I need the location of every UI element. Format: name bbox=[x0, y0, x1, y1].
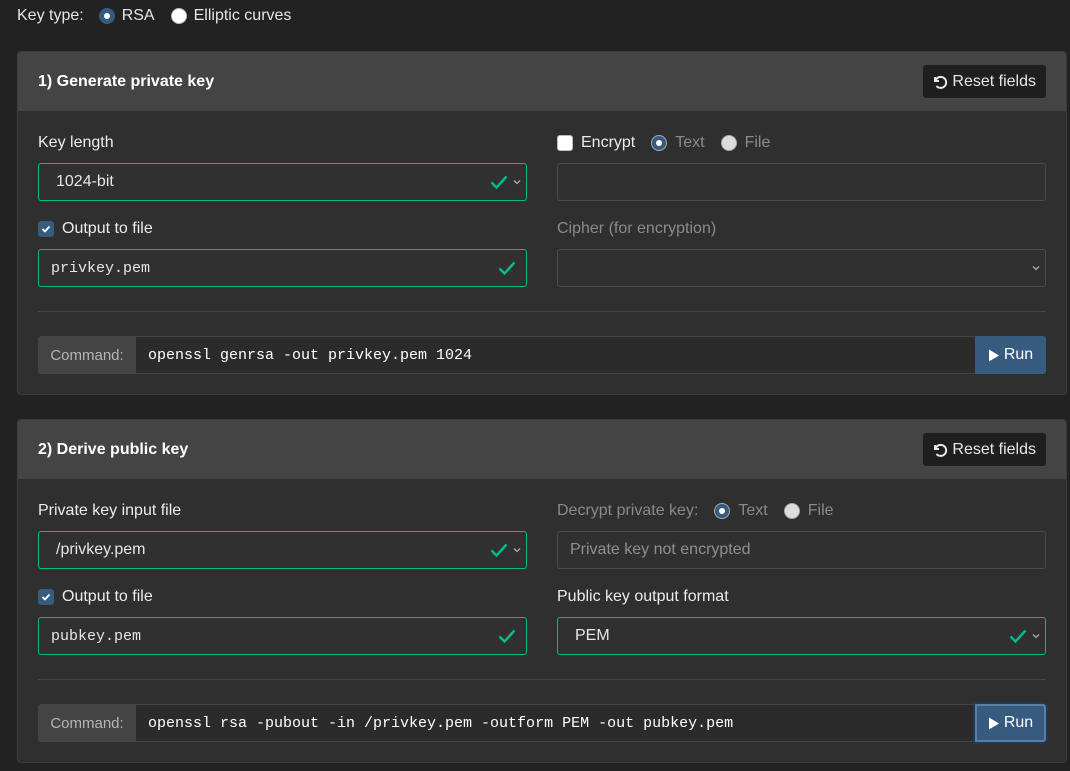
input-file-value: /privkey.pem bbox=[56, 541, 146, 558]
encrypt-file-label: File bbox=[744, 134, 771, 151]
valid-check-icon bbox=[1009, 629, 1027, 644]
reset-fields-button[interactable]: Reset fields bbox=[923, 433, 1046, 466]
decrypt-file-option[interactable]: File bbox=[783, 502, 834, 520]
decrypt-placeholder: Private key not encrypted bbox=[570, 541, 751, 558]
divider bbox=[38, 679, 1046, 680]
run-button[interactable]: Run bbox=[975, 336, 1046, 374]
section-title: 1) Generate private key bbox=[38, 72, 215, 90]
command-group: Command: openssl rsa -pubout -in /privke… bbox=[38, 704, 1046, 742]
command-label: Command: bbox=[38, 336, 136, 374]
derive-public-key-card: 2) Derive public key Reset fields Privat… bbox=[17, 419, 1067, 763]
encrypt-passphrase-input[interactable] bbox=[557, 163, 1046, 201]
output-file-value: privkey.pem bbox=[51, 259, 151, 277]
key-type-label: Key type: bbox=[17, 7, 84, 24]
key-length-select[interactable]: 1024-bit bbox=[38, 163, 527, 201]
decrypt-text-radio[interactable] bbox=[714, 503, 731, 519]
valid-check-icon bbox=[498, 261, 516, 276]
decrypt-file-label: File bbox=[807, 502, 834, 519]
encrypt-file-option[interactable]: File bbox=[720, 134, 771, 152]
checkmark-icon bbox=[41, 225, 51, 233]
checkmark-icon bbox=[41, 593, 51, 601]
encrypt-label[interactable]: Encrypt bbox=[581, 134, 635, 152]
reset-fields-button[interactable]: Reset fields bbox=[923, 65, 1046, 98]
format-select[interactable]: PEM bbox=[557, 617, 1046, 655]
run-button[interactable]: Run bbox=[975, 704, 1046, 742]
decrypt-file-radio[interactable] bbox=[783, 503, 800, 519]
card-header: 1) Generate private key Reset fields bbox=[18, 52, 1066, 111]
generate-private-key-card: 1) Generate private key Reset fields Key… bbox=[17, 51, 1067, 395]
format-value: PEM bbox=[575, 627, 610, 644]
output-file-input[interactable]: privkey.pem bbox=[38, 249, 527, 287]
encrypt-text-radio[interactable] bbox=[651, 135, 668, 151]
key-type-ec-label[interactable]: Elliptic curves bbox=[194, 7, 292, 25]
output-to-file-checkbox-row[interactable]: Output to file bbox=[38, 588, 153, 606]
encrypt-row: Encrypt Text File bbox=[557, 134, 770, 152]
output-to-file-checkbox-row[interactable]: Output to file bbox=[38, 220, 153, 238]
cipher-label: Cipher (for encryption) bbox=[557, 220, 717, 237]
run-label: Run bbox=[1003, 714, 1034, 731]
play-icon bbox=[988, 717, 999, 729]
valid-check-icon bbox=[490, 175, 508, 190]
decrypt-row: Decrypt private key: Text File bbox=[557, 502, 834, 520]
chevron-down-icon bbox=[513, 180, 521, 185]
encrypt-text-option[interactable]: Text bbox=[651, 134, 705, 152]
undo-icon bbox=[934, 75, 948, 89]
decrypt-text-option[interactable]: Text bbox=[714, 502, 768, 520]
output-file-value: pubkey.pem bbox=[51, 627, 142, 645]
command-group: Command: openssl genrsa -out privkey.pem… bbox=[38, 336, 1046, 374]
key-length-label: Key length bbox=[38, 134, 114, 151]
reset-fields-label: Reset fields bbox=[952, 72, 1036, 90]
chevron-down-icon bbox=[513, 548, 521, 553]
card-header: 2) Derive public key Reset fields bbox=[18, 420, 1066, 479]
output-to-file-checkbox[interactable] bbox=[38, 589, 54, 605]
chevron-down-icon bbox=[1032, 634, 1040, 639]
valid-check-icon bbox=[490, 543, 508, 558]
decrypt-passphrase-input[interactable]: Private key not encrypted bbox=[557, 531, 1046, 569]
key-type-ec-radio[interactable] bbox=[170, 8, 187, 24]
command-label: Command: bbox=[38, 704, 136, 742]
cipher-select[interactable] bbox=[557, 249, 1046, 287]
run-label: Run bbox=[1003, 346, 1034, 363]
key-type-rsa-radio[interactable] bbox=[98, 8, 115, 24]
section-title: 2) Derive public key bbox=[38, 440, 189, 458]
encrypt-checkbox[interactable] bbox=[557, 135, 573, 151]
decrypt-label: Decrypt private key: bbox=[557, 502, 699, 519]
command-text[interactable]: openssl genrsa -out privkey.pem 1024 bbox=[136, 336, 975, 374]
input-file-label: Private key input file bbox=[38, 502, 182, 519]
encrypt-file-radio[interactable] bbox=[720, 135, 737, 151]
output-to-file-label: Output to file bbox=[62, 220, 153, 237]
key-type-rsa-label[interactable]: RSA bbox=[122, 7, 155, 25]
divider bbox=[38, 311, 1046, 312]
output-to-file-checkbox[interactable] bbox=[38, 221, 54, 237]
decrypt-text-label: Text bbox=[738, 502, 768, 519]
command-text[interactable]: openssl rsa -pubout -in /privkey.pem -ou… bbox=[136, 704, 975, 742]
valid-check-icon bbox=[498, 629, 516, 644]
encrypt-text-label: Text bbox=[675, 134, 705, 151]
undo-icon bbox=[934, 443, 948, 457]
key-length-value: 1024-bit bbox=[56, 173, 114, 190]
format-label: Public key output format bbox=[557, 588, 729, 605]
play-icon bbox=[988, 349, 999, 361]
reset-fields-label: Reset fields bbox=[952, 440, 1036, 458]
output-to-file-label: Output to file bbox=[62, 588, 153, 605]
output-file-input[interactable]: pubkey.pem bbox=[38, 617, 527, 655]
input-file-select[interactable]: /privkey.pem bbox=[38, 531, 527, 569]
key-type-selector: Key type: RSA Elliptic curves bbox=[17, 5, 307, 27]
chevron-down-icon bbox=[1032, 266, 1040, 271]
